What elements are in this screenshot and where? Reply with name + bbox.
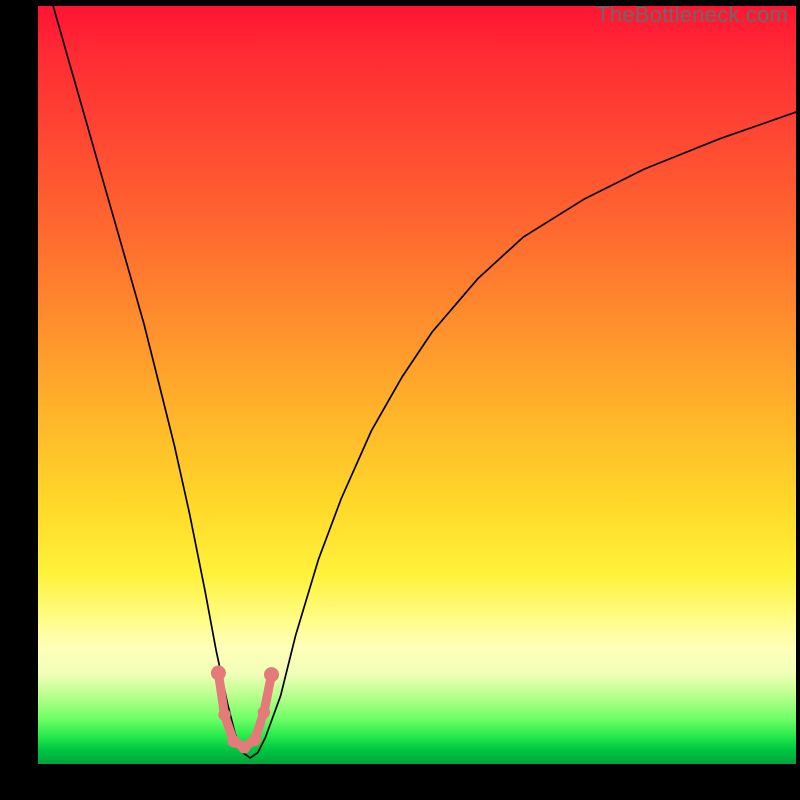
valley-marker-dot — [227, 735, 239, 747]
valley-marker-dot — [211, 666, 226, 681]
plot-area — [38, 6, 796, 764]
valley-marker-dot — [238, 741, 250, 753]
watermark-text: TheBottleneck.com — [596, 2, 788, 28]
bottleneck-curve — [53, 6, 796, 758]
valley-markers — [211, 666, 279, 754]
valley-marker-dot — [264, 667, 279, 682]
valley-marker-dot — [258, 706, 270, 718]
chart-frame: TheBottleneck.com — [0, 0, 800, 800]
chart-svg — [38, 6, 796, 764]
valley-marker-dot — [218, 709, 230, 721]
valley-marker-dot — [249, 734, 261, 746]
